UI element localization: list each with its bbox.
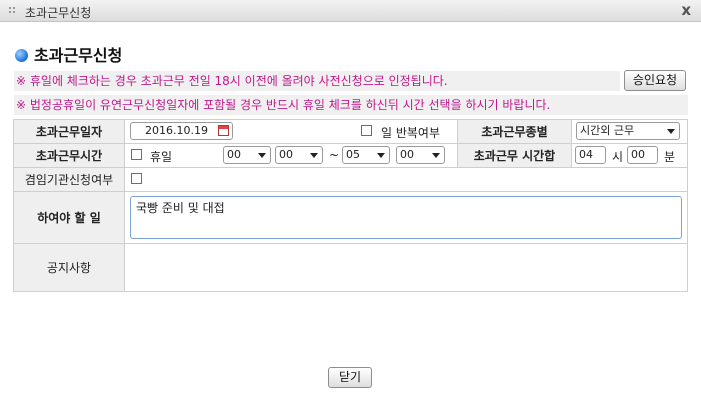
minute-unit: 분 [664,150,676,164]
hour-unit: 시 [612,150,624,164]
repeat-checkbox[interactable] [361,125,372,136]
date-label: 초과근무일자 [13,119,125,144]
approve-request-button[interactable]: 승인요청 [624,70,686,91]
window-title: 초과근무신청 [25,6,92,20]
total-time-label: 초과근무 시간합 [457,143,572,168]
time-cell: 휴일 00 00 ~ 05 00 [124,143,458,168]
type-select[interactable]: 시간외 근무 [576,122,680,140]
page-title: 초과근무신청 [15,42,122,66]
chevron-down-icon [432,153,440,158]
total-hours-input[interactable]: 04 [575,146,606,164]
title-bar[interactable]: 초과근무신청 x [0,0,701,22]
end-minute-select[interactable]: 00 [396,146,445,164]
repeat-label: 일 반복여부 [381,126,441,140]
start-minute-value: 00 [279,148,293,161]
total-time-cell: 04 시 00 분 [571,143,688,168]
date-cell: 2016.10.19 일 반복여부 [124,119,458,144]
todo-label: 하여야 할 일 [13,191,125,244]
holiday-label: 휴일 [150,150,173,164]
time-range-separator: ~ [329,148,340,162]
date-input[interactable]: 2016.10.19 [130,122,233,140]
start-minute-select[interactable]: 00 [275,146,323,164]
chevron-down-icon [667,129,675,134]
close-icon[interactable]: x [681,1,691,19]
notice-label: 공지사항 [13,243,125,292]
start-hour-value: 00 [227,148,241,161]
time-label: 초과근무시간 [13,143,125,168]
end-minute-value: 00 [400,148,414,161]
todo-textarea[interactable]: 국빵 준비 및 대접 [130,196,682,239]
todo-cell: 국빵 준비 및 대접 [124,191,688,244]
type-cell: 시간외 근무 [571,119,688,144]
bullet-dot-icon [15,49,28,62]
notice-public-holiday: ※ 법정공휴일이 유연근무신청일자에 포함될 경우 반드시 휴일 체크를 하신뒤… [14,95,688,115]
start-hour-select[interactable]: 00 [223,146,271,164]
overtime-form: 초과근무일자 2016.10.19 일 반복여부 초과근무종별 시간외 근무 초… [13,119,688,292]
type-label: 초과근무종별 [457,119,572,144]
chevron-down-icon [310,153,318,158]
concurrent-agency-checkbox[interactable] [131,173,142,184]
chevron-down-icon [258,153,266,158]
notice-holiday: ※ 휴일에 체크하는 경우 초과근무 전일 18시 이전에 올려야 사전신청으로… [14,71,620,91]
end-hour-select[interactable]: 05 [342,146,390,164]
concurrent-agency-label: 겸임기관신청여부 [13,167,125,192]
page-title-text: 초과근무신청 [34,46,123,65]
date-value: 2016.10.19 [145,124,208,137]
notice-cell [124,243,688,292]
chevron-down-icon [377,153,385,158]
type-value: 시간외 근무 [580,124,635,137]
end-hour-value: 05 [346,148,360,161]
calendar-icon[interactable] [218,125,229,136]
concurrent-agency-cell [124,167,688,192]
holiday-checkbox[interactable] [131,149,142,160]
total-minutes-input[interactable]: 00 [627,146,658,164]
close-button[interactable]: 닫기 [328,367,372,388]
drag-grip-icon[interactable] [9,7,17,15]
